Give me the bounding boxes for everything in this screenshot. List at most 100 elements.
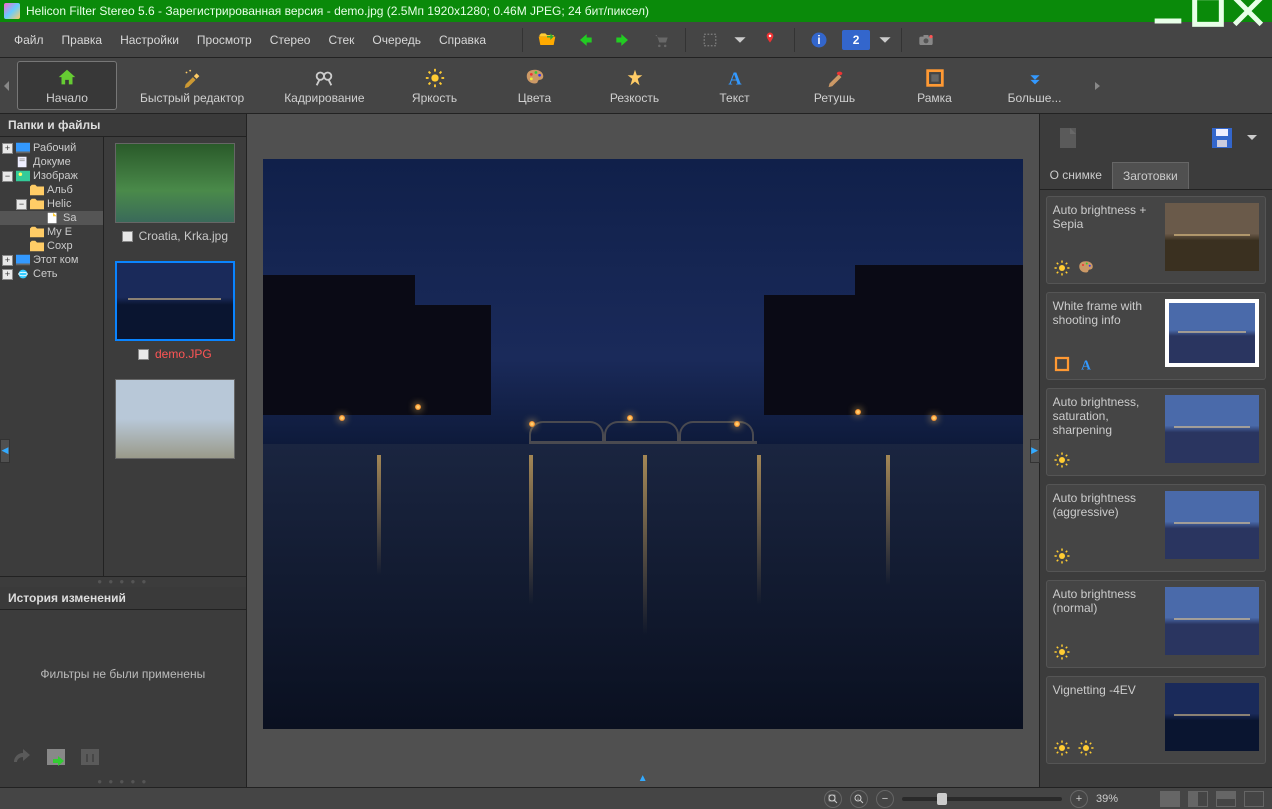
stereo-count-button[interactable]: 2 — [842, 30, 870, 50]
tool-start-label: Начало — [46, 91, 88, 105]
tree-mye[interactable]: My E — [0, 225, 103, 239]
cart-button[interactable] — [646, 26, 676, 54]
tool-sharpness-label: Резкость — [610, 91, 659, 105]
tree-helicon[interactable]: −Helic — [0, 197, 103, 211]
tab-presets[interactable]: Заготовки — [1112, 162, 1189, 189]
thumb-checkbox[interactable] — [138, 349, 149, 360]
title-bar: Helicon Filter Stereo 5.6 - Зарегистриро… — [0, 0, 1272, 22]
zoom-out-button[interactable]: − — [876, 790, 894, 808]
tab-about[interactable]: О снимке — [1040, 162, 1112, 189]
tool-crop[interactable]: Кадрирование — [264, 58, 384, 113]
preset-thumbnail — [1165, 587, 1259, 655]
ribbon-scroll-left[interactable] — [0, 58, 14, 113]
preset-item[interactable]: White frame with shooting info A — [1046, 292, 1266, 380]
view-mode-4[interactable] — [1244, 791, 1264, 807]
menu-view[interactable]: Просмотр — [189, 29, 260, 51]
svg-text:A: A — [1081, 357, 1091, 372]
menu-stack[interactable]: Стек — [320, 29, 362, 51]
stereo-dropdown[interactable] — [878, 26, 892, 54]
save-button[interactable] — [1208, 124, 1236, 152]
history-save-icon[interactable] — [44, 746, 68, 768]
right-toolbar — [1040, 114, 1272, 162]
menu-stereo[interactable]: Стерео — [262, 29, 319, 51]
tool-brightness[interactable]: Яркость — [385, 58, 485, 113]
view-mode-2[interactable] — [1188, 791, 1208, 807]
zoom-in-button[interactable]: + — [1070, 790, 1088, 808]
preset-item[interactable]: Auto brightness, saturation, sharpening — [1046, 388, 1266, 476]
tool-retouch[interactable]: Ретушь — [785, 58, 885, 113]
tool-ribbon: Начало Быстрый редактор Кадрирование Ярк… — [0, 58, 1272, 114]
menu-file[interactable]: Файл — [6, 29, 52, 51]
preset-name: Auto brightness, saturation, sharpening — [1053, 395, 1157, 437]
open-folder-button[interactable] — [532, 26, 562, 54]
document-icon[interactable] — [1054, 124, 1082, 152]
pin-button[interactable] — [755, 26, 785, 54]
menu-edit[interactable]: Правка — [54, 29, 111, 51]
thumbnail-strip[interactable]: Croatia, Krka.jpg demo.JPG — [104, 137, 246, 576]
tool-start[interactable]: Начало — [17, 61, 117, 110]
tree-images[interactable]: −Изображ — [0, 169, 103, 183]
menu-queue[interactable]: Очередь — [364, 29, 429, 51]
window-title: Helicon Filter Stereo 5.6 - Зарегистриро… — [26, 4, 1148, 18]
zoom-slider[interactable] — [902, 797, 1062, 801]
app-icon — [4, 3, 20, 19]
folder-tree[interactable]: +Рабочий Докуме −Изображ Альб −Helic Sa … — [0, 137, 104, 576]
minimize-button[interactable] — [1148, 0, 1188, 22]
menu-bar: Файл Правка Настройки Просмотр Стерео Ст… — [0, 22, 1272, 58]
forward-button[interactable] — [608, 26, 638, 54]
svg-text:i: i — [817, 34, 820, 47]
splitter-handle-upper[interactable]: ● ● ● ● ● — [0, 577, 246, 587]
view-mode-1[interactable] — [1160, 791, 1180, 807]
zoom-100-button[interactable]: 1 — [850, 790, 868, 808]
tool-more[interactable]: Больше... — [985, 58, 1085, 113]
preset-name: White frame with shooting info — [1053, 299, 1157, 327]
menu-settings[interactable]: Настройки — [112, 29, 187, 51]
tree-sa[interactable]: Sa — [0, 211, 103, 225]
tree-this-computer[interactable]: +Этот ком — [0, 253, 103, 267]
tool-sharpness[interactable]: Резкость — [585, 58, 685, 113]
preset-item[interactable]: Auto brightness (normal) — [1046, 580, 1266, 668]
splitter-handle-lower[interactable]: ● ● ● ● ● — [0, 777, 246, 787]
zoom-fit-button[interactable] — [824, 790, 842, 808]
left-collapse-handle[interactable]: ◀ — [0, 439, 10, 463]
tool-colors[interactable]: Цвета — [485, 58, 585, 113]
presets-list[interactable]: Auto brightness + Sepia White frame with… — [1040, 190, 1272, 787]
selection-dropdown[interactable] — [733, 26, 747, 54]
folders-files-header: Папки и файлы — [0, 114, 246, 137]
menu-help[interactable]: Справка — [431, 29, 494, 51]
tool-crop-label: Кадрирование — [284, 91, 364, 105]
tool-frame[interactable]: Рамка — [885, 58, 985, 113]
tree-network[interactable]: +Сеть — [0, 267, 103, 281]
canvas-collapse-handle[interactable]: ▲ — [247, 773, 1039, 787]
save-dropdown[interactable] — [1246, 132, 1258, 144]
preset-item[interactable]: Auto brightness + Sepia — [1046, 196, 1266, 284]
tree-documents[interactable]: Докуме — [0, 155, 103, 169]
thumb-checkbox[interactable] — [122, 231, 133, 242]
canvas-area: ▲ — [247, 114, 1039, 787]
view-mode-3[interactable] — [1216, 791, 1236, 807]
preset-item[interactable]: Vignetting -4EV — [1046, 676, 1266, 764]
zoom-value: 39% — [1096, 793, 1132, 805]
tree-desktop[interactable]: +Рабочий — [0, 141, 103, 155]
tool-text[interactable]: AТекст — [685, 58, 785, 113]
main-image[interactable] — [263, 159, 1023, 729]
selection-button[interactable] — [695, 26, 725, 54]
thumb-extra[interactable] — [110, 379, 240, 459]
preset-name: Auto brightness (normal) — [1053, 587, 1157, 615]
preset-item[interactable]: Auto brightness (aggressive) — [1046, 484, 1266, 572]
back-button[interactable] — [570, 26, 600, 54]
tool-quick-editor[interactable]: Быстрый редактор — [120, 58, 264, 113]
right-collapse-handle[interactable]: ▶ — [1030, 439, 1040, 463]
camera-button[interactable] — [911, 26, 941, 54]
close-button[interactable] — [1228, 0, 1268, 22]
right-tabs: О снимке Заготовки — [1040, 162, 1272, 190]
tree-albums[interactable]: Альб — [0, 183, 103, 197]
tree-coxp[interactable]: Coxp — [0, 239, 103, 253]
maximize-button[interactable] — [1188, 0, 1228, 22]
ribbon-scroll-right[interactable] — [1085, 58, 1111, 113]
history-delete-icon[interactable] — [78, 746, 102, 768]
history-undo-icon[interactable] — [10, 746, 34, 768]
thumb-demo[interactable]: demo.JPG — [110, 261, 240, 367]
thumb-croatia[interactable]: Croatia, Krka.jpg — [110, 143, 240, 249]
info-button[interactable]: i — [804, 26, 834, 54]
